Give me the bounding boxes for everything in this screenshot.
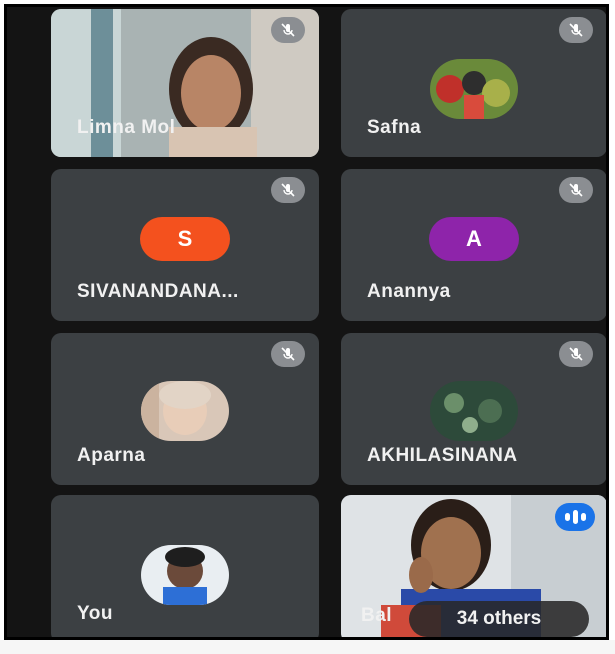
participant-name: You xyxy=(77,603,113,624)
avatar xyxy=(430,381,518,441)
participant-tile-akhilasinana[interactable]: AKHILASINANA xyxy=(341,333,606,485)
participant-name: SIVANANDANA... xyxy=(77,281,239,302)
participant-name: Anannya xyxy=(367,281,451,302)
participant-tile-safna[interactable]: Safna xyxy=(341,9,606,157)
mic-off-icon xyxy=(271,341,305,367)
participant-tile-aparna[interactable]: Aparna xyxy=(51,333,319,485)
participant-name: Aparna xyxy=(77,445,146,466)
participant-tile-you[interactable]: You xyxy=(51,495,319,637)
participant-tile-anannya[interactable]: A Anannya xyxy=(341,169,606,321)
participant-tile-sivanandana[interactable]: S SIVANANDANA... xyxy=(51,169,319,321)
others-count-button[interactable]: 34 others xyxy=(409,601,589,637)
bottom-bar xyxy=(0,640,615,654)
participant-name: Limna Mol xyxy=(77,117,176,138)
avatar xyxy=(141,381,229,441)
avatar xyxy=(430,59,518,119)
mic-off-icon xyxy=(271,177,305,203)
avatar xyxy=(141,545,229,605)
participant-name: AKHILASINANA xyxy=(367,445,518,466)
audio-level-icon xyxy=(555,503,595,531)
mic-off-icon xyxy=(271,17,305,43)
mic-off-icon xyxy=(559,177,593,203)
meeting-grid: Limna Mol Safna S SIVANANDANA... A Anann… xyxy=(4,4,609,640)
participant-name: Safna xyxy=(367,117,422,138)
mic-off-icon xyxy=(559,17,593,43)
avatar-initial: A xyxy=(429,217,519,261)
participant-name: Bal xyxy=(361,605,393,626)
mic-off-icon xyxy=(559,341,593,367)
avatar-initial: S xyxy=(140,217,230,261)
participant-tile-limna-mol[interactable]: Limna Mol xyxy=(51,9,319,157)
